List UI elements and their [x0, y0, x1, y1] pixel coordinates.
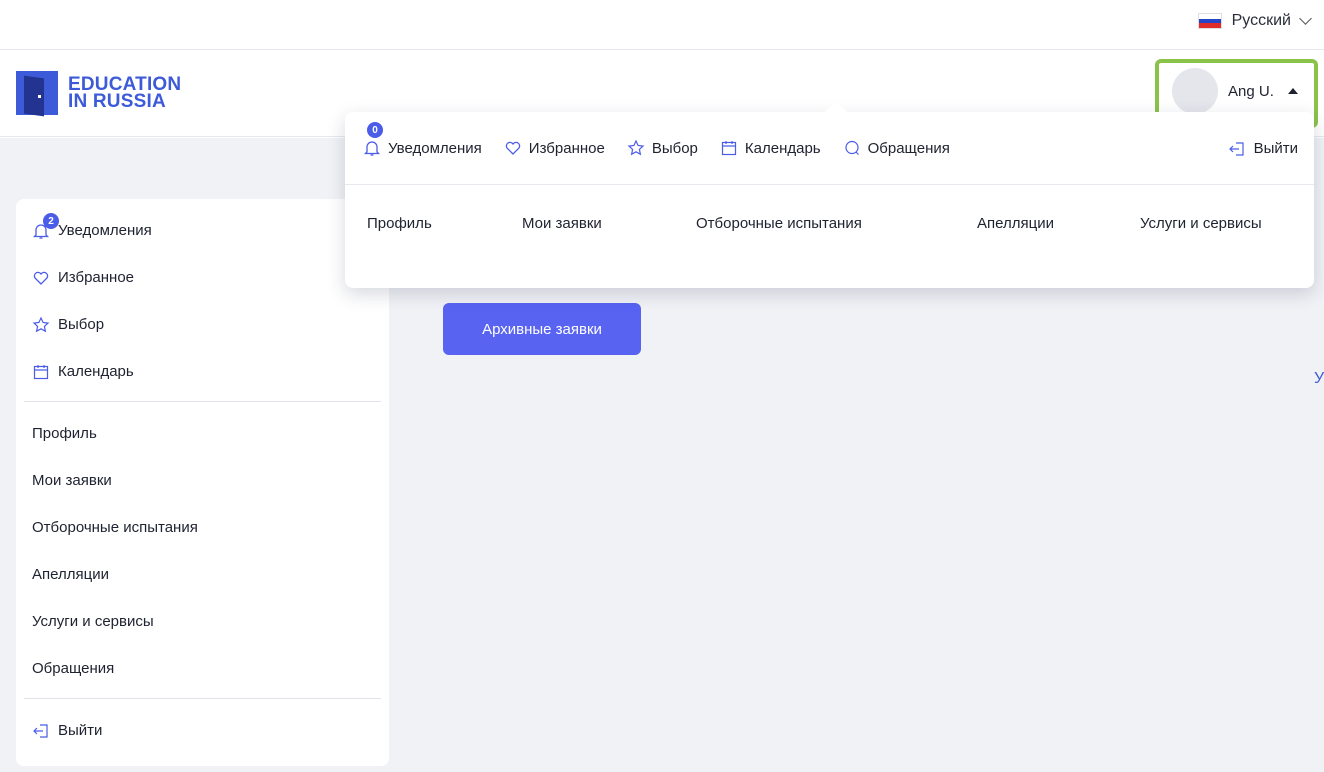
sidebar-item-requests[interactable]: Обращения — [24, 645, 381, 692]
dropdown-nav-services[interactable]: Услуги и сервисы — [1140, 215, 1262, 232]
calendar-icon — [720, 139, 738, 157]
partial-text: У — [1314, 370, 1324, 387]
dropdown-logout-label: Выйти — [1253, 140, 1298, 157]
bell-icon — [363, 139, 381, 157]
notification-badge: 2 — [43, 213, 59, 229]
sidebar-item-label: Отборочные испытания — [32, 519, 198, 536]
sidebar: 2 Уведомления Избранное Выбор Календарь … — [16, 199, 389, 766]
logo-text: EDUCATION IN RUSSIA — [68, 75, 181, 112]
logo-line-2: IN RUSSIA — [68, 91, 166, 112]
dropdown-item-label: Выбор — [651, 139, 698, 157]
russia-flag-icon — [1197, 13, 1222, 29]
sidebar-item-label: Услуги и сервисы — [32, 613, 154, 630]
sidebar-logout[interactable]: Выйти — [24, 707, 381, 754]
calendar-icon — [32, 363, 50, 381]
sidebar-item-favorites[interactable]: Избранное — [24, 254, 381, 301]
dropdown-nav-links: Профиль Мои заявки Отборочные испытания … — [345, 185, 1314, 287]
sidebar-item-label: Календарь — [58, 363, 134, 380]
dropdown-item-label: Календарь — [744, 139, 821, 157]
user-dropdown-menu: 0 Уведомления Избранное Выбор Календарь — [345, 100, 1314, 288]
dropdown-nav-my-applications[interactable]: Мои заявки — [522, 215, 602, 232]
dropdown-item-favorites[interactable]: Избранное — [504, 139, 605, 157]
sidebar-item-my-applications[interactable]: Мои заявки — [24, 457, 381, 504]
sidebar-item-calendar[interactable]: Календарь — [24, 348, 381, 395]
sidebar-item-entrance-tests[interactable]: Отборочные испытания — [24, 504, 381, 551]
dropdown-item-notifications[interactable]: 0 Уведомления — [363, 122, 482, 157]
door-logo-icon — [16, 71, 58, 117]
caret-up-icon — [1287, 88, 1298, 94]
dropdown-item-label: Избранное — [528, 139, 605, 157]
dropdown-nav-appeals[interactable]: Апелляции — [977, 215, 1054, 232]
sidebar-item-label: Выбор — [58, 316, 105, 333]
dropdown-item-requests[interactable]: Обращения — [843, 139, 950, 157]
language-switcher[interactable]: Русский — [1197, 12, 1312, 30]
sidebar-item-label: Уведомления — [58, 222, 152, 239]
archived-applications-button[interactable]: Архивные заявки — [443, 303, 641, 355]
chat-icon — [843, 139, 861, 157]
dropdown-item-calendar[interactable]: Календарь — [720, 139, 821, 157]
dropdown-item-label: Уведомления — [388, 139, 482, 157]
user-menu-toggle[interactable]: Ang U. — [1172, 68, 1298, 114]
language-bar: Русский — [0, 0, 1324, 50]
sidebar-item-choice[interactable]: Выбор — [24, 301, 381, 348]
sidebar-item-label: Профиль — [32, 425, 97, 442]
sidebar-item-label: Апелляции — [32, 566, 109, 583]
language-label: Русский — [1231, 12, 1291, 29]
heart-icon — [504, 139, 522, 157]
dropdown-logout[interactable]: Выйти — [1228, 112, 1298, 185]
heart-icon — [32, 269, 50, 287]
sidebar-item-label: Мои заявки — [32, 472, 112, 489]
avatar — [1172, 68, 1218, 114]
logout-icon — [1228, 140, 1246, 158]
dropdown-nav-profile[interactable]: Профиль — [367, 215, 432, 232]
user-name: Ang U. — [1228, 82, 1274, 100]
dropdown-item-choice[interactable]: Выбор — [627, 139, 698, 157]
logout-icon — [32, 722, 50, 740]
sidebar-item-services[interactable]: Услуги и сервисы — [24, 598, 381, 645]
logo[interactable]: EDUCATION IN RUSSIA — [16, 71, 181, 117]
sidebar-divider — [24, 401, 381, 402]
sidebar-item-label: Выйти — [58, 722, 103, 739]
sidebar-divider — [24, 698, 381, 699]
dropdown-item-label: Обращения — [867, 139, 950, 157]
notification-badge: 0 — [367, 122, 383, 138]
sidebar-item-label: Избранное — [58, 269, 135, 286]
dropdown-quick-links: 0 Уведомления Избранное Выбор Календарь — [345, 112, 1314, 185]
sidebar-item-notifications[interactable]: 2 Уведомления — [24, 207, 381, 254]
star-icon — [32, 316, 50, 334]
sidebar-item-label: Обращения — [32, 660, 115, 677]
chevron-down-icon — [1299, 12, 1312, 25]
dropdown-nav-entrance-tests[interactable]: Отборочные испытания — [696, 215, 862, 232]
star-icon — [627, 139, 645, 157]
sidebar-item-appeals[interactable]: Апелляции — [24, 551, 381, 598]
sidebar-item-profile[interactable]: Профиль — [24, 410, 381, 457]
